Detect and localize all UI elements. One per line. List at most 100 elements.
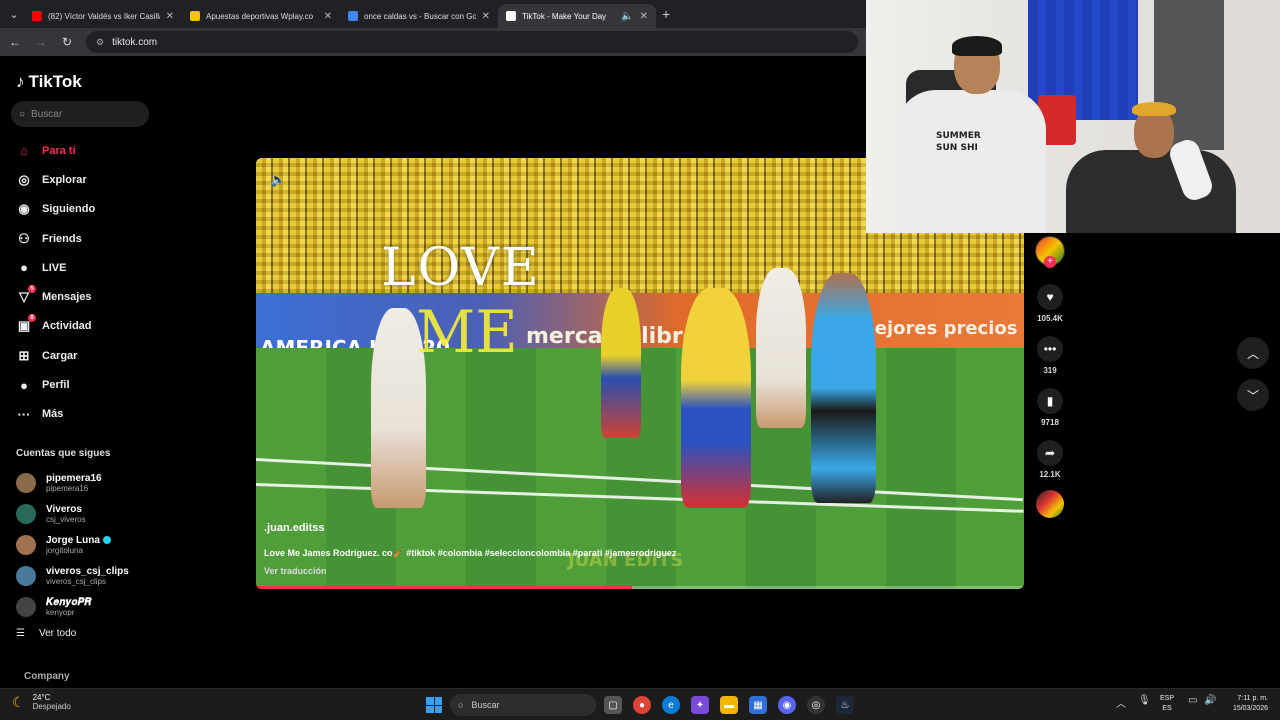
nav-item-friends[interactable]: ⚇ Friends [15, 224, 95, 253]
site-info-icon[interactable]: ⚙ [96, 37, 104, 48]
translate-link[interactable]: Ver traducción [264, 566, 327, 576]
tiktok-logo[interactable]: ♪ TikTok [16, 72, 82, 92]
follow-plus-icon[interactable]: + [1044, 256, 1056, 268]
search-input[interactable]: ○ Buscar [11, 101, 149, 127]
back-button[interactable]: ← [8, 35, 22, 49]
music-disc-icon[interactable] [1036, 490, 1064, 518]
address-bar[interactable]: ⚙ tiktok.com [86, 31, 858, 53]
taskbar-search[interactable]: ○ Buscar [450, 694, 596, 716]
new-tab-button[interactable]: + [662, 6, 670, 22]
save-button[interactable]: ▮ 9718 [1035, 388, 1065, 427]
nav-label: Perfil [42, 379, 70, 392]
video-description: Love Me James Rodríguez. co🏏 #tiktok #co… [264, 548, 677, 558]
ad-board-text-right: mejores precios [856, 318, 1018, 339]
discord-icon[interactable]: ◉ [778, 696, 796, 714]
followed-account[interactable]: pipemera16 pipemera16 [16, 468, 129, 499]
video-action-bar: + ♥ 105.4K ••• 319 ▮ 9718 ➦ 12.1K [1030, 232, 1070, 532]
system-clock[interactable]: 7:11 p. m. 15/03/2026 [1220, 694, 1268, 714]
edge-icon[interactable]: e [662, 696, 680, 714]
chevron-down-icon: ﹀ [1246, 388, 1259, 403]
network-icon[interactable]: ▭ [1188, 695, 1197, 706]
followed-account[interactable]: viveros_csj_clips viveros_csj_clips [16, 560, 129, 591]
microphone-icon[interactable]: 🎙 [1138, 695, 1151, 706]
nav-label: Cargar [42, 349, 78, 362]
clock-time: 7:11 p. m. [1237, 695, 1268, 702]
like-button[interactable]: ♥ 105.4K [1035, 284, 1065, 323]
file-explorer-icon[interactable]: ▬ [720, 696, 738, 714]
weather-temp: 24°C [32, 693, 51, 702]
close-tab-icon[interactable]: ✕ [640, 11, 648, 22]
nav-item-perfil[interactable]: ● Perfil [15, 370, 95, 399]
avatar [16, 504, 36, 525]
followed-account[interactable]: 𝑲𝒆𝒏𝒚𝒐𝑷𝑹 kenyopr [16, 591, 129, 622]
nav-item-siguiendo[interactable]: ◉ Siguiendo [15, 195, 95, 224]
tab-title: Apuestas deportivas Wplay.co [206, 11, 314, 21]
language-indicator[interactable]: ESP ES [1160, 694, 1174, 714]
comment-button[interactable]: ••• 319 [1035, 336, 1065, 375]
close-tab-icon[interactable]: ✕ [324, 11, 332, 22]
account-name: pipemera16 [46, 473, 102, 485]
browser-tab-bar: ⌄ (82) Víctor Valdés vs Iker Casillas ✕ Ap… [0, 0, 866, 28]
nav-item-live[interactable]: ● LIVE [15, 253, 95, 282]
avatar [16, 596, 36, 617]
avatar [16, 534, 36, 555]
reload-button[interactable]: ↻ [60, 35, 74, 49]
avatar [16, 565, 36, 586]
steam-icon[interactable]: ♨ [836, 696, 854, 714]
start-button[interactable] [426, 697, 442, 713]
close-tab-icon[interactable]: ✕ [166, 11, 174, 22]
weather-widget[interactable]: ☾ 24°C Despejado [12, 693, 71, 711]
followed-account[interactable]: Jorge Luna jorgitoluna [16, 530, 129, 561]
upload-icon: ⊞ [18, 347, 30, 363]
tab-search-dropdown-icon[interactable]: ⌄ [4, 4, 24, 24]
notification-badge: 8 [28, 314, 36, 323]
nav-item-explorar[interactable]: ◎ Explorar [15, 165, 95, 194]
browser-tab[interactable]: once caldas vs - Buscar con Google ✕ [340, 4, 498, 28]
close-tab-icon[interactable]: ✕ [482, 11, 490, 22]
account-handle: viveros_csj_clips [46, 576, 107, 586]
account-handle: pipemera16 [46, 484, 89, 494]
video-progress-fill [256, 586, 633, 589]
nav-item-para-ti[interactable]: ⌂ Para ti [15, 136, 95, 165]
chrome-icon[interactable]: ● [633, 696, 651, 714]
obs-icon[interactable]: ◎ [807, 696, 825, 714]
player-figure [681, 288, 751, 508]
weather-condition: Despejado [32, 702, 71, 711]
video-author[interactable]: .juan.editss [264, 522, 325, 534]
volume-icon[interactable]: 🔊 [1204, 695, 1216, 706]
next-video-button[interactable]: ﹀ [1237, 379, 1269, 411]
browser-tab[interactable]: TikTok - Make Your Day 🔈 ✕ [498, 4, 656, 28]
nav-item-actividad[interactable]: ▣ 8 Actividad [15, 312, 95, 341]
nav-item-cargar[interactable]: ⊞ Cargar [15, 341, 95, 370]
followed-account[interactable]: Viveros csj_viveros [16, 499, 129, 530]
task-view-icon[interactable]: ▢ [604, 696, 622, 714]
nav-item-mensajes[interactable]: ▽ 5 Mensajes [15, 282, 95, 311]
tab-favicon-icon [190, 11, 200, 21]
see-all-link[interactable]: ☰ Ver todo [16, 628, 76, 639]
copilot-icon[interactable]: ✦ [691, 696, 709, 714]
notification-badge: 5 [28, 285, 36, 294]
home-icon: ⌂ [20, 143, 28, 159]
player-figure [811, 273, 876, 503]
heart-icon: ♥ [1037, 284, 1063, 310]
previous-video-button[interactable]: ︿ [1237, 337, 1269, 369]
volume-icon[interactable]: 🔈 [270, 172, 286, 188]
tray-chevron-icon[interactable]: ︿ [1116, 695, 1126, 710]
account-name: 𝑲𝒆𝒏𝒚𝒐𝑷𝑹 [46, 596, 92, 608]
store-icon[interactable]: ▦ [749, 696, 767, 714]
nav-item-más[interactable]: ··· Más [15, 400, 95, 429]
save-count: 9718 [1041, 418, 1059, 427]
account-handle: jorgitoluna [46, 545, 83, 555]
following-icon: ◉ [18, 201, 30, 217]
verified-badge-icon [102, 536, 111, 545]
browser-tab[interactable]: Apuestas deportivas Wplay.co ✕ [182, 4, 340, 28]
tab-title: once caldas vs - Buscar con Google [364, 11, 476, 21]
tab-audio-icon[interactable]: 🔈 [621, 11, 633, 22]
person-right-hair [1132, 102, 1176, 116]
nav-label: Actividad [42, 320, 92, 333]
share-button[interactable]: ➦ 12.1K [1035, 440, 1065, 479]
browser-tab[interactable]: (82) Víctor Valdés vs Iker Casillas ✕ [24, 4, 182, 28]
company-link[interactable]: Company [24, 671, 70, 682]
forward-button[interactable]: → [34, 35, 48, 49]
live-icon: ● [20, 260, 28, 276]
